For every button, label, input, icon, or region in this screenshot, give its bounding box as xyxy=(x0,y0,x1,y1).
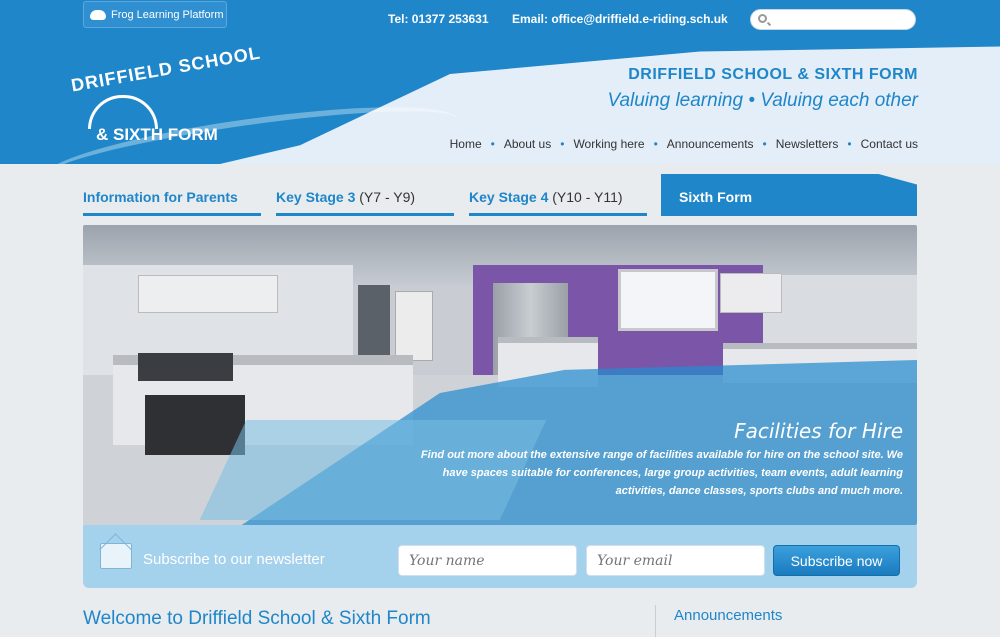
school-tagline: Valuing learning • Valuing each other xyxy=(607,90,918,111)
telephone-text: Tel: 01377 253631 xyxy=(388,12,489,26)
nav-contact-us[interactable]: Contact us xyxy=(861,137,918,151)
nav-announcements[interactable]: Announcements xyxy=(667,137,754,151)
nav-separator: • xyxy=(762,137,767,151)
hero-description: Find out more about the extensive range … xyxy=(420,449,903,497)
tab-sixth-form[interactable]: Sixth Form xyxy=(661,174,917,216)
email-field[interactable] xyxy=(586,545,765,576)
audience-tabs: Information for Parents Key Stage 3 (Y7 … xyxy=(83,174,917,216)
search-input[interactable] xyxy=(771,12,911,27)
nav-separator: • xyxy=(653,137,658,151)
nav-separator: • xyxy=(490,137,495,151)
main-nav: Home • About us • Working here • Announc… xyxy=(450,137,918,151)
tab-key-stage-3[interactable]: Key Stage 3 (Y7 - Y9) xyxy=(276,174,454,216)
site-header: DRIFFIELD SCHOOL & SIXTH FORM DRIFFIELD … xyxy=(0,39,1000,164)
nav-separator: • xyxy=(847,137,852,151)
logo-arc-icon xyxy=(88,95,158,129)
frog-learning-platform-button[interactable]: Frog Learning Platform xyxy=(83,1,227,28)
hero-photo-cupboard-right xyxy=(720,273,782,313)
top-bar: Frog Learning Platform Tel: 01377 253631… xyxy=(0,0,1000,39)
hero-photo-hob xyxy=(138,353,233,381)
nav-working-here[interactable]: Working here xyxy=(573,137,644,151)
hero-photo-oven xyxy=(145,395,245,455)
name-field[interactable] xyxy=(398,545,577,576)
hero-photo-cupboards xyxy=(138,275,278,313)
school-logo[interactable]: DRIFFIELD SCHOOL & SIXTH FORM xyxy=(60,42,263,152)
hero-title[interactable]: Facilities for Hire xyxy=(734,419,903,443)
newsletter-label: Subscribe to our newsletter xyxy=(143,551,325,568)
column-divider xyxy=(655,605,656,637)
school-title: DRIFFIELD SCHOOL & SIXTH FORM xyxy=(628,66,918,83)
newsletter-signup: Subscribe to our newsletter Subscribe no… xyxy=(83,525,917,588)
tab-key-stage-4[interactable]: Key Stage 4 (Y10 - Y11) xyxy=(469,174,647,216)
search-icon xyxy=(758,14,767,23)
hero-photo-whiteboard xyxy=(618,269,718,331)
envelope-icon xyxy=(100,543,132,569)
nav-home[interactable]: Home xyxy=(450,137,482,151)
tab-range: (Y7 - Y9) xyxy=(355,189,416,205)
subscribe-button[interactable]: Subscribe now xyxy=(773,545,900,576)
nav-separator: • xyxy=(560,137,565,151)
logo-text-bottom: & SIXTH FORM xyxy=(96,125,218,144)
tab-label: Key Stage 4 xyxy=(469,189,549,205)
search-box[interactable] xyxy=(750,9,916,30)
tab-label: Sixth Form xyxy=(679,189,753,205)
email-link[interactable]: Email: office@driffield.e-riding.sch.uk xyxy=(512,12,728,26)
hero-photo-shelf xyxy=(395,291,433,361)
tab-range: (Y10 - Y11) xyxy=(548,189,623,205)
welcome-heading: Welcome to Driffield School & Sixth Form xyxy=(83,608,431,629)
nav-newsletters[interactable]: Newsletters xyxy=(776,137,839,151)
tab-label: Key Stage 3 xyxy=(276,189,356,205)
nav-about-us[interactable]: About us xyxy=(504,137,551,151)
hero-banner[interactable]: Facilities for Hire Find out more about … xyxy=(83,225,917,525)
tab-information-for-parents[interactable]: Information for Parents xyxy=(83,174,261,216)
frog-icon xyxy=(90,9,106,20)
tab-label: Information for Parents xyxy=(83,189,238,205)
frog-label: Frog Learning Platform xyxy=(111,8,224,21)
announcements-heading[interactable]: Announcements xyxy=(674,607,782,624)
